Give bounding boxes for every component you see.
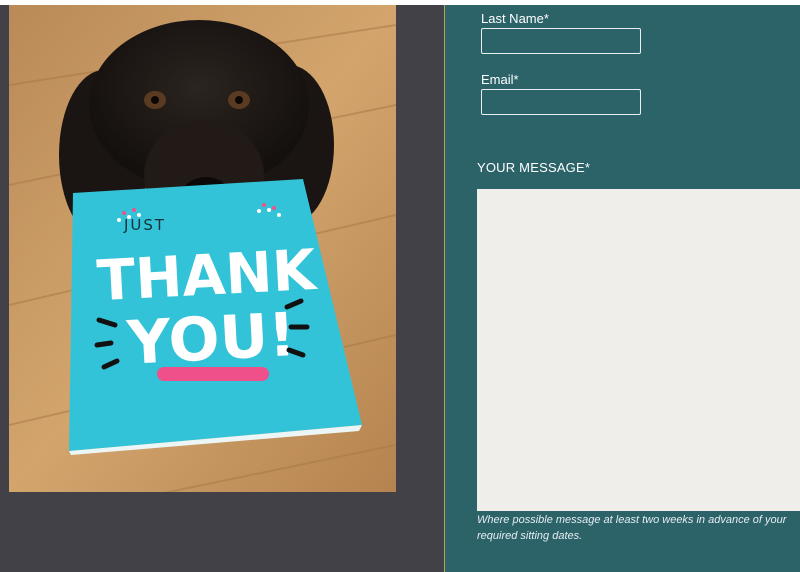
message-label: YOUR MESSAGE*: [477, 160, 591, 175]
last-name-input[interactable]: [481, 28, 641, 54]
card-text-just: JUST: [123, 216, 166, 234]
email-label: Email*: [481, 72, 519, 87]
contact-form: Last Name* Email* YOUR MESSAGE* Where po…: [445, 5, 800, 572]
dog-thank-you-photo: JUST THANK YOU!: [9, 5, 396, 492]
message-hint: Where possible message at least two week…: [477, 514, 787, 542]
message-textarea[interactable]: [477, 189, 800, 511]
email-input[interactable]: [481, 89, 641, 115]
card-text-you: YOU!: [125, 300, 298, 379]
last-name-label: Last Name*: [481, 11, 549, 26]
